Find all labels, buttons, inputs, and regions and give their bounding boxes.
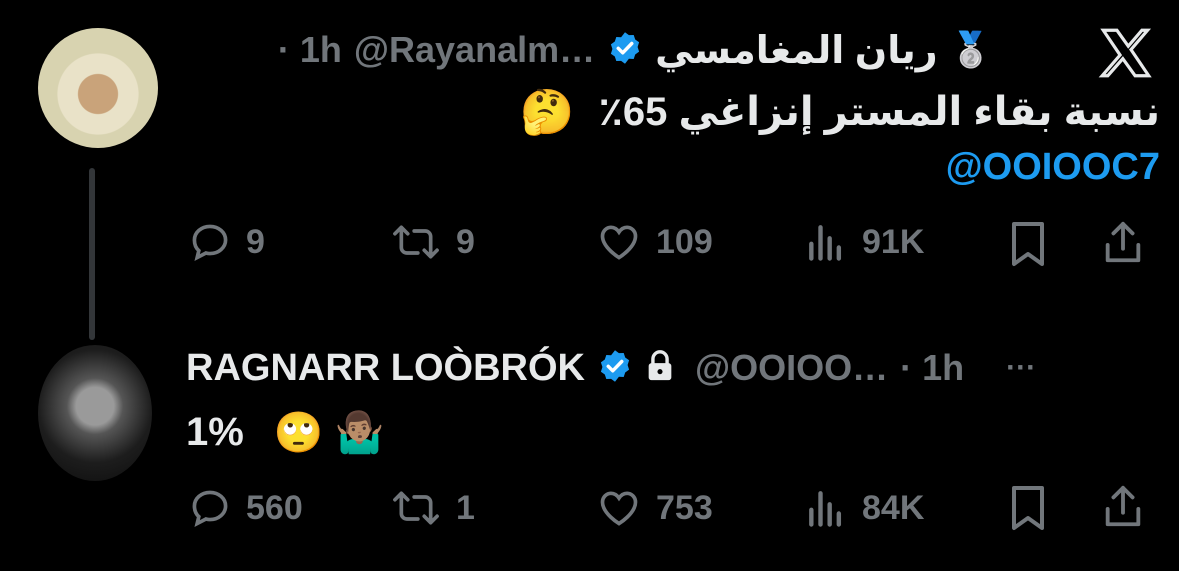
thinking-emoji: 🤔 <box>519 88 575 137</box>
avatar[interactable] <box>38 345 152 481</box>
share-icon <box>1100 218 1146 268</box>
repost-button[interactable]: 9 <box>390 220 475 264</box>
views-button[interactable]: 91K <box>804 220 924 264</box>
tweet2-handle[interactable]: @OOIOO… <box>695 347 888 389</box>
tweet1-handle[interactable]: @Rayanalm… <box>354 29 595 71</box>
repost-count: 9 <box>456 222 475 261</box>
tweet1-header: · 1h @Rayanalm… ريان المغامسي 🥈 <box>192 22 992 78</box>
like-count: 109 <box>656 222 713 261</box>
medal-emoji: 🥈 <box>949 31 992 69</box>
views-count: 91K <box>862 222 925 261</box>
like-button[interactable]: 753 <box>596 486 713 530</box>
reply-count: 560 <box>246 488 303 527</box>
views-count: 84K <box>862 488 925 527</box>
tweet2-display-name[interactable]: RAGNARR LOÒBRÓK <box>186 347 585 390</box>
repost-icon <box>390 486 442 530</box>
share-button[interactable] <box>1100 482 1146 532</box>
x-logo-icon <box>1098 28 1154 83</box>
views-icon <box>804 486 848 530</box>
repost-button[interactable]: 1 <box>390 486 475 530</box>
share-icon <box>1100 482 1146 532</box>
tweet2-text: 1% <box>186 409 244 454</box>
views-icon <box>804 220 848 264</box>
avatar[interactable] <box>38 28 158 148</box>
reply-button[interactable]: 560 <box>188 486 303 530</box>
heart-icon <box>596 220 642 264</box>
tweet2-time[interactable]: · 1h <box>900 347 964 389</box>
verified-badge-icon <box>607 30 643 71</box>
repost-count: 1 <box>456 488 475 527</box>
tweet2-body: 1% 🙄 🤷🏽‍♂️ <box>186 404 586 460</box>
lock-icon <box>645 349 675 388</box>
bookmark-button[interactable] <box>1008 220 1048 268</box>
repost-icon <box>390 220 442 264</box>
heart-icon <box>596 486 642 530</box>
reply-button[interactable]: 9 <box>188 220 265 264</box>
tweet1-mention-row: @OOIOOC7 <box>700 142 1160 192</box>
tweet1-text: نسبة بقاء المستر إنزاغي 65٪ <box>598 90 1160 134</box>
tweet1-body: 🤔 نسبة بقاء المستر إنزاغي 65٪ <box>500 82 1160 142</box>
tweet1-display-name[interactable]: ريان المغامسي <box>655 28 938 73</box>
bookmark-button[interactable] <box>1008 484 1048 532</box>
more-options-icon[interactable]: ··· <box>1006 351 1036 385</box>
views-button[interactable]: 84K <box>804 486 924 530</box>
share-button[interactable] <box>1100 218 1146 268</box>
bookmark-icon <box>1008 484 1048 532</box>
tweet1-mention-link[interactable]: @OOIOOC7 <box>946 146 1160 189</box>
thread-connector <box>89 168 95 340</box>
like-count: 753 <box>656 488 713 527</box>
reply-count: 9 <box>246 222 265 261</box>
tweet1-time[interactable]: · 1h <box>278 29 342 71</box>
tweet2-emojis: 🙄 🤷🏽‍♂️ <box>273 410 385 455</box>
reply-icon <box>188 220 232 264</box>
like-button[interactable]: 109 <box>596 220 713 264</box>
reply-icon <box>188 486 232 530</box>
tweet2-header: RAGNARR LOÒBRÓK @OOIOO… · 1h ··· <box>186 340 1176 396</box>
bookmark-icon <box>1008 220 1048 268</box>
verified-badge-icon <box>597 348 633 389</box>
